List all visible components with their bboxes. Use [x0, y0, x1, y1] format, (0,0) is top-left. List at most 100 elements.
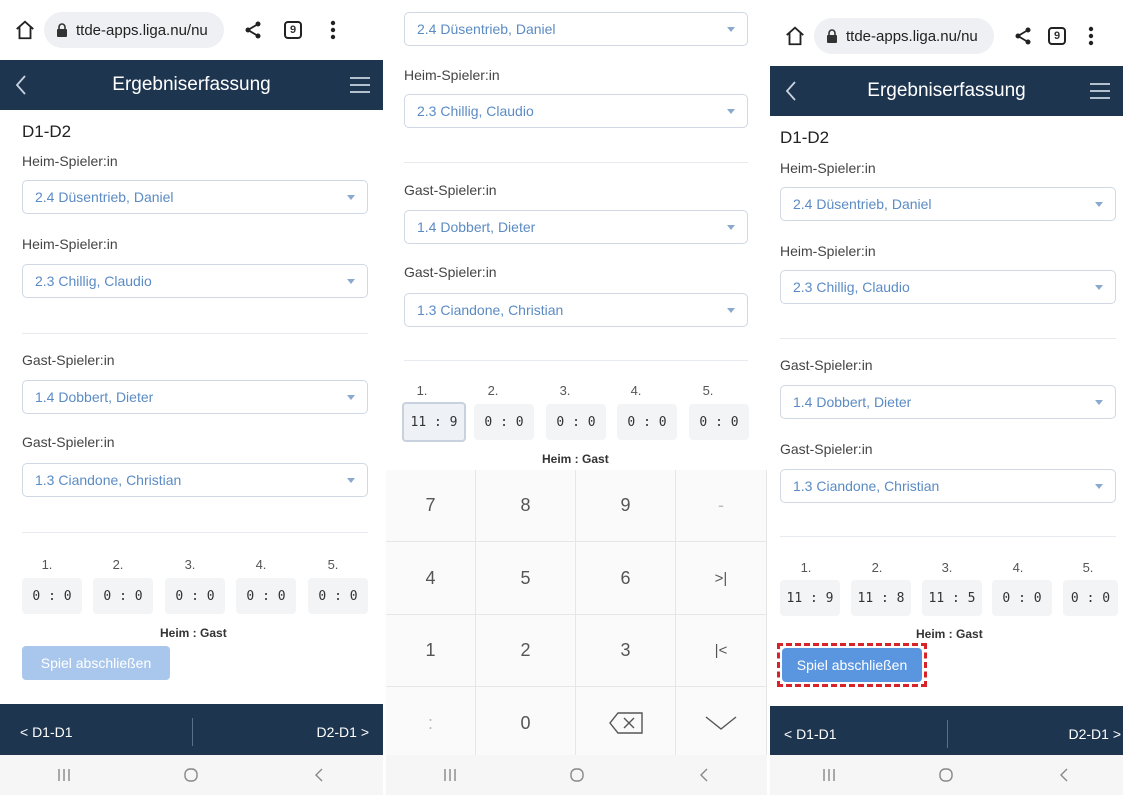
dropdown-caret-icon	[727, 109, 735, 114]
divider	[780, 338, 1116, 339]
home-nav-icon[interactable]	[937, 766, 955, 784]
tabs-button[interactable]: 9	[1046, 25, 1068, 47]
set-score-1[interactable]: 11 : 9	[780, 580, 840, 616]
recent-apps-icon[interactable]	[820, 766, 838, 784]
guest-player-1-select[interactable]: 1.4 Dobbert, Dieter	[404, 210, 748, 244]
dropdown-caret-icon	[727, 225, 735, 230]
set-header: 5.	[702, 383, 714, 398]
guest-player-1-select[interactable]: 1.4 Dobbert, Dieter	[22, 380, 368, 414]
select-value: 1.3 Ciandone, Christian	[35, 472, 182, 488]
set-score-2[interactable]: 0 : 0	[93, 578, 153, 614]
guest-player-2-select[interactable]: 1.3 Ciandone, Christian	[780, 469, 1116, 503]
key-2[interactable]: 2	[476, 615, 576, 687]
share-icon[interactable]	[242, 19, 264, 41]
home-player-2-select[interactable]: 2.3 Chillig, Claudio	[780, 270, 1116, 304]
key-prev-field[interactable]: |<	[676, 615, 767, 687]
key-6[interactable]: 6	[576, 542, 676, 615]
set-score-3[interactable]: 0 : 0	[165, 578, 225, 614]
back-icon[interactable]	[14, 73, 28, 97]
key-hide-keyboard[interactable]	[676, 687, 767, 760]
highlight-box	[777, 643, 927, 687]
home-player-2-select[interactable]: 2.3 Chillig, Claudio	[404, 94, 748, 128]
match-title: D1-D2	[22, 122, 72, 141]
browser-bar: ttde-apps.liga.nu/nu 9	[770, 6, 1123, 66]
prev-match-link[interactable]: < D1-D1	[20, 724, 73, 740]
menu-icon[interactable]	[349, 75, 371, 95]
next-match-link[interactable]: D2-D1 >	[1068, 726, 1121, 742]
set-score-5[interactable]: 0 : 0	[689, 404, 749, 440]
key-3[interactable]: 3	[576, 615, 676, 687]
browser-bar: ttde-apps.liga.nu/nu 9	[0, 0, 383, 60]
more-vert-icon[interactable]	[322, 19, 344, 41]
guest-player-2-select[interactable]: 1.3 Ciandone, Christian	[404, 293, 748, 327]
key-9[interactable]: 9	[576, 470, 676, 542]
key-4[interactable]: 4	[386, 542, 476, 615]
home-player-label: Heim-Spieler:in	[780, 243, 876, 259]
set-score-5[interactable]: 0 : 0	[308, 578, 368, 614]
set-header: 5.	[1082, 560, 1094, 575]
guest-player-1-select[interactable]: 1.4 Dobbert, Dieter	[780, 385, 1116, 419]
next-match-link[interactable]: D2-D1 >	[316, 724, 369, 740]
match-nav-footer: < D1-D1 D2-D1 >	[0, 704, 383, 760]
divider	[22, 333, 368, 334]
key-1[interactable]: 1	[386, 615, 476, 687]
key-7[interactable]: 7	[386, 470, 476, 542]
finish-game-button[interactable]: Spiel abschließen	[22, 646, 170, 680]
set-score-4[interactable]: 0 : 0	[236, 578, 296, 614]
share-icon[interactable]	[1012, 25, 1034, 47]
lock-icon	[57, 23, 67, 37]
tab-count: 9	[284, 21, 302, 39]
back-nav-icon[interactable]	[310, 766, 328, 784]
home-icon[interactable]	[784, 25, 806, 47]
set-header: 1.	[416, 383, 428, 398]
dropdown-caret-icon	[347, 395, 355, 400]
set-score-2[interactable]: 11 : 8	[851, 580, 911, 616]
set-score-1[interactable]: 0 : 0	[22, 578, 82, 614]
home-player-1-select[interactable]: 2.4 Düsentrieb, Daniel	[404, 12, 748, 46]
home-nav-icon[interactable]	[182, 766, 200, 784]
home-nav-icon[interactable]	[568, 766, 586, 784]
url-bar[interactable]: ttde-apps.liga.nu/nu	[814, 18, 994, 54]
back-icon[interactable]	[784, 79, 798, 103]
set-score-3[interactable]: 11 : 5	[922, 580, 982, 616]
key-minus[interactable]: -	[676, 470, 767, 542]
set-score-1[interactable]: 11 : 9	[402, 402, 466, 442]
url-bar[interactable]: ttde-apps.liga.nu/nu	[44, 12, 224, 48]
divider	[780, 536, 1116, 537]
recent-apps-icon[interactable]	[441, 766, 459, 784]
home-guest-legend: Heim : Gast	[160, 626, 227, 640]
prev-match-link[interactable]: < D1-D1	[784, 726, 837, 742]
tabs-button[interactable]: 9	[282, 19, 304, 41]
home-player-1-select[interactable]: 2.4 Düsentrieb, Daniel	[22, 180, 368, 214]
back-nav-icon[interactable]	[1055, 766, 1073, 784]
set-header: 4.	[1012, 560, 1024, 575]
key-8[interactable]: 8	[476, 470, 576, 542]
home-player-1-select[interactable]: 2.4 Düsentrieb, Daniel	[780, 187, 1116, 221]
set-score-4[interactable]: 0 : 0	[992, 580, 1052, 616]
set-header: 2.	[487, 383, 499, 398]
app-header: Ergebniserfassung	[0, 60, 383, 110]
footer-divider	[191, 718, 193, 746]
key-backspace[interactable]	[576, 687, 676, 760]
more-vert-icon[interactable]	[1080, 25, 1102, 47]
set-score-4[interactable]: 0 : 0	[617, 404, 677, 440]
footer-divider	[946, 720, 948, 748]
home-icon[interactable]	[14, 19, 36, 41]
key-colon[interactable]: :	[386, 687, 476, 760]
key-0[interactable]: 0	[476, 687, 576, 760]
back-nav-icon[interactable]	[695, 766, 713, 784]
home-guest-legend: Heim : Gast	[916, 627, 983, 641]
guest-player-label: Gast-Spieler:in	[22, 352, 115, 368]
key-5[interactable]: 5	[476, 542, 576, 615]
recent-apps-icon[interactable]	[55, 766, 73, 784]
set-score-3[interactable]: 0 : 0	[546, 404, 606, 440]
key-next-field[interactable]: >|	[676, 542, 767, 615]
select-value: 2.4 Düsentrieb, Daniel	[417, 21, 556, 37]
app-title: Ergebniserfassung	[112, 74, 271, 95]
home-player-2-select[interactable]: 2.3 Chillig, Claudio	[22, 264, 368, 298]
set-score-2[interactable]: 0 : 0	[474, 404, 534, 440]
guest-player-2-select[interactable]: 1.3 Ciandone, Christian	[22, 463, 368, 497]
set-score-5[interactable]: 0 : 0	[1063, 580, 1118, 616]
dropdown-caret-icon	[727, 308, 735, 313]
menu-icon[interactable]	[1089, 81, 1111, 101]
